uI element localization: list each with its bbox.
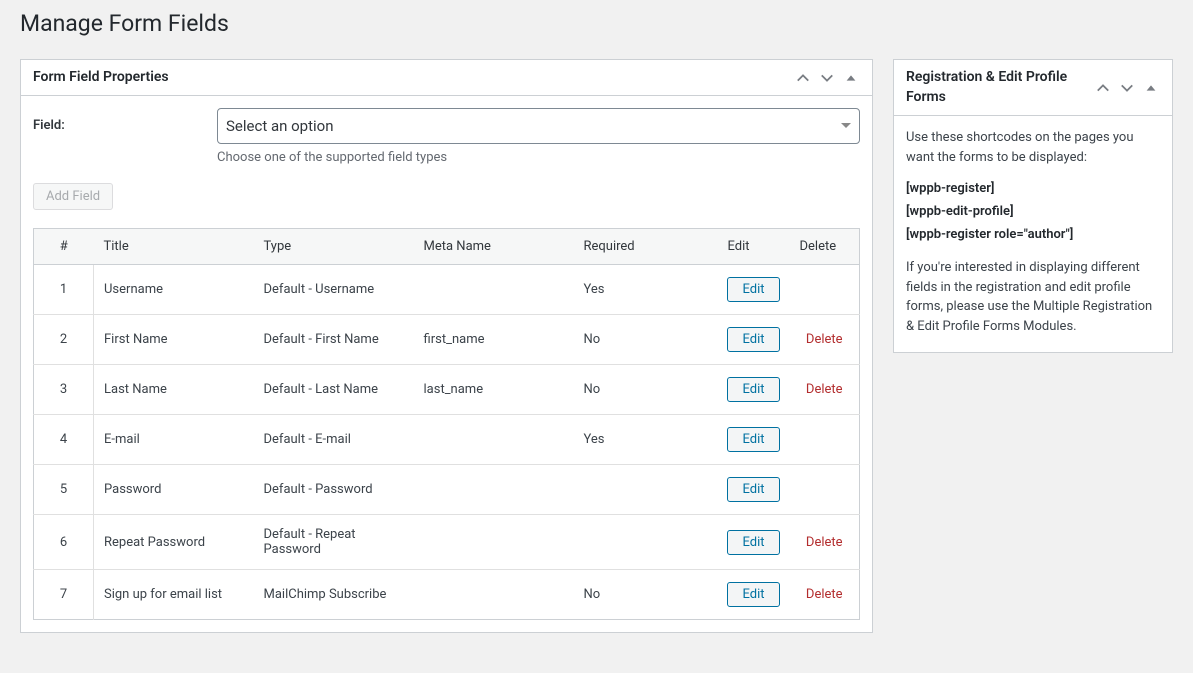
row-meta [414,465,574,515]
table-row: 1UsernameDefault - Username Yes Edit [34,265,860,315]
row-title: Username [94,265,254,315]
row-edit-cell: Edit [717,415,789,465]
fields-table: # Title Type Meta Name Required Edit Del… [33,228,860,620]
delete-link[interactable]: Delete [806,535,843,550]
edit-button[interactable]: Edit [727,377,779,402]
row-required [574,515,718,570]
row-num: 3 [34,365,94,415]
row-title: E-mail [94,415,254,465]
collapse-icon[interactable] [842,69,860,87]
move-up-icon[interactable] [1094,79,1112,97]
th-meta: Meta Name [414,229,574,265]
row-meta [414,265,574,315]
row-meta [414,570,574,620]
form-field-properties-box: Form Field Properties [20,59,873,633]
row-delete-cell: Delete [790,570,860,620]
field-type-select[interactable]: Select an option [217,108,860,144]
chevron-down-icon [841,121,851,131]
row-title: Repeat Password [94,515,254,570]
row-type: Default - Password [254,465,414,515]
registration-forms-box: Registration & Edit Profile Forms [893,59,1173,353]
field-label: Field: [33,108,217,165]
collapse-icon[interactable] [1142,79,1160,97]
row-num: 2 [34,315,94,365]
table-row: 5PasswordDefault - Password Edit [34,465,860,515]
row-type: Default - E-mail [254,415,414,465]
table-row: 7Sign up for email listMailChimp Subscri… [34,570,860,620]
row-required: No [574,315,718,365]
row-edit-cell: Edit [717,570,789,620]
row-meta: last_name [414,365,574,415]
row-num: 7 [34,570,94,620]
delete-link[interactable]: Delete [806,332,843,347]
delete-link[interactable]: Delete [806,382,843,397]
row-type: Default - Last Name [254,365,414,415]
row-required: Yes [574,415,718,465]
row-meta: first_name [414,315,574,365]
shortcode: [wppb-register] [906,181,1160,196]
side-box-title: Registration & Edit Profile Forms [906,60,1094,115]
th-title: Title [94,229,254,265]
box-title: Form Field Properties [33,68,169,88]
row-edit-cell: Edit [717,315,789,365]
move-up-icon[interactable] [794,69,812,87]
row-delete-cell: Delete [790,365,860,415]
row-title: First Name [94,315,254,365]
row-title: Last Name [94,365,254,415]
row-type: MailChimp Subscribe [254,570,414,620]
th-type: Type [254,229,414,265]
row-delete-cell: Delete [790,315,860,365]
edit-button[interactable]: Edit [727,277,779,302]
side-outro-text: If you're interested in displaying diffe… [906,258,1160,336]
row-required: No [574,365,718,415]
edit-button[interactable]: Edit [727,327,779,352]
row-required: No [574,570,718,620]
row-num: 6 [34,515,94,570]
th-edit: Edit [717,229,789,265]
row-type: Default - Repeat Password [254,515,414,570]
table-row: 4E-mailDefault - E-mail Yes Edit [34,415,860,465]
row-edit-cell: Edit [717,365,789,415]
edit-button[interactable]: Edit [727,530,779,555]
row-delete-cell [790,415,860,465]
table-row: 3Last NameDefault - Last Namelast_nameNo… [34,365,860,415]
th-num: # [34,229,94,265]
edit-button[interactable]: Edit [727,427,779,452]
row-meta [414,415,574,465]
th-delete: Delete [790,229,860,265]
row-edit-cell: Edit [717,515,789,570]
row-delete-cell [790,465,860,515]
side-intro-text: Use these shortcodes on the pages you wa… [906,128,1160,167]
field-help-text: Choose one of the supported field types [217,150,860,165]
shortcode: [wppb-edit-profile] [906,204,1160,219]
row-meta [414,515,574,570]
row-num: 1 [34,265,94,315]
row-title: Password [94,465,254,515]
row-delete-cell [790,265,860,315]
add-field-button[interactable]: Add Field [33,183,113,210]
select-value: Select an option [226,117,333,135]
row-type: Default - First Name [254,315,414,365]
edit-button[interactable]: Edit [727,477,779,502]
row-edit-cell: Edit [717,265,789,315]
move-down-icon[interactable] [1118,79,1136,97]
row-type: Default - Username [254,265,414,315]
row-edit-cell: Edit [717,465,789,515]
th-required: Required [574,229,718,265]
edit-button[interactable]: Edit [727,582,779,607]
table-row: 6Repeat PasswordDefault - Repeat Passwor… [34,515,860,570]
delete-link[interactable]: Delete [806,587,843,602]
table-row: 2First NameDefault - First Namefirst_nam… [34,315,860,365]
row-required [574,465,718,515]
row-required: Yes [574,265,718,315]
row-num: 4 [34,415,94,465]
row-delete-cell: Delete [790,515,860,570]
shortcode: [wppb-register role="author"] [906,227,1160,242]
row-num: 5 [34,465,94,515]
page-title: Manage Form Fields [20,10,1173,37]
row-title: Sign up for email list [94,570,254,620]
move-down-icon[interactable] [818,69,836,87]
